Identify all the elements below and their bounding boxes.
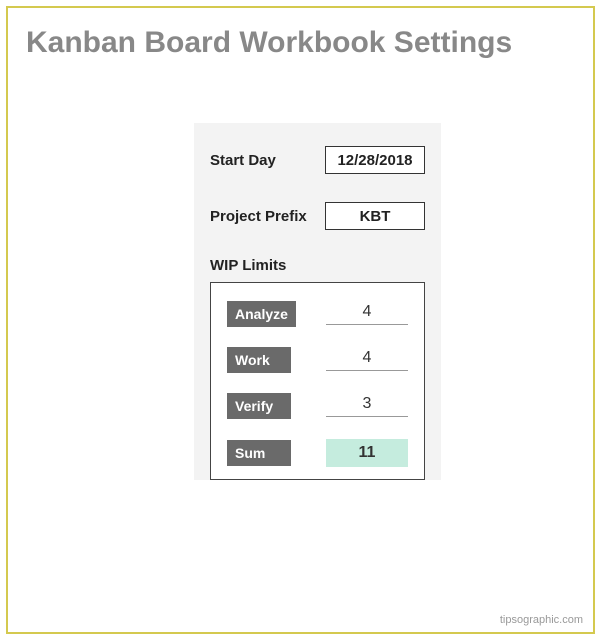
project-prefix-row: Project Prefix <box>210 201 425 231</box>
project-prefix-input[interactable] <box>325 202 425 230</box>
wip-row-sum: Sum 11 <box>227 439 408 467</box>
page-title: Kanban Board Workbook Settings <box>8 8 593 60</box>
wip-row-verify: Verify 3 <box>227 393 408 419</box>
wip-tag-verify: Verify <box>227 393 291 419</box>
wip-value-verify[interactable]: 3 <box>326 395 408 417</box>
project-prefix-label: Project Prefix <box>210 208 307 225</box>
wip-value-work[interactable]: 4 <box>326 349 408 371</box>
wip-value-sum: 11 <box>326 439 408 467</box>
footer-credit: tipsographic.com <box>500 614 583 626</box>
wip-tag-analyze: Analyze <box>227 301 296 327</box>
wip-value-analyze[interactable]: 4 <box>326 303 408 325</box>
wip-row-work: Work 4 <box>227 347 408 373</box>
outer-frame: Kanban Board Workbook Settings Start Day… <box>6 6 595 634</box>
wip-row-analyze: Analyze 4 <box>227 301 408 327</box>
start-day-row: Start Day <box>210 145 425 175</box>
settings-panel: Start Day Project Prefix WIP Limits Anal… <box>194 123 441 480</box>
start-day-input[interactable] <box>325 146 425 174</box>
wip-limits-label: WIP Limits <box>210 257 425 274</box>
wip-limits-box: Analyze 4 Work 4 Verify 3 Sum 11 <box>210 282 425 480</box>
wip-tag-sum: Sum <box>227 440 291 466</box>
start-day-label: Start Day <box>210 152 276 169</box>
wip-tag-work: Work <box>227 347 291 373</box>
